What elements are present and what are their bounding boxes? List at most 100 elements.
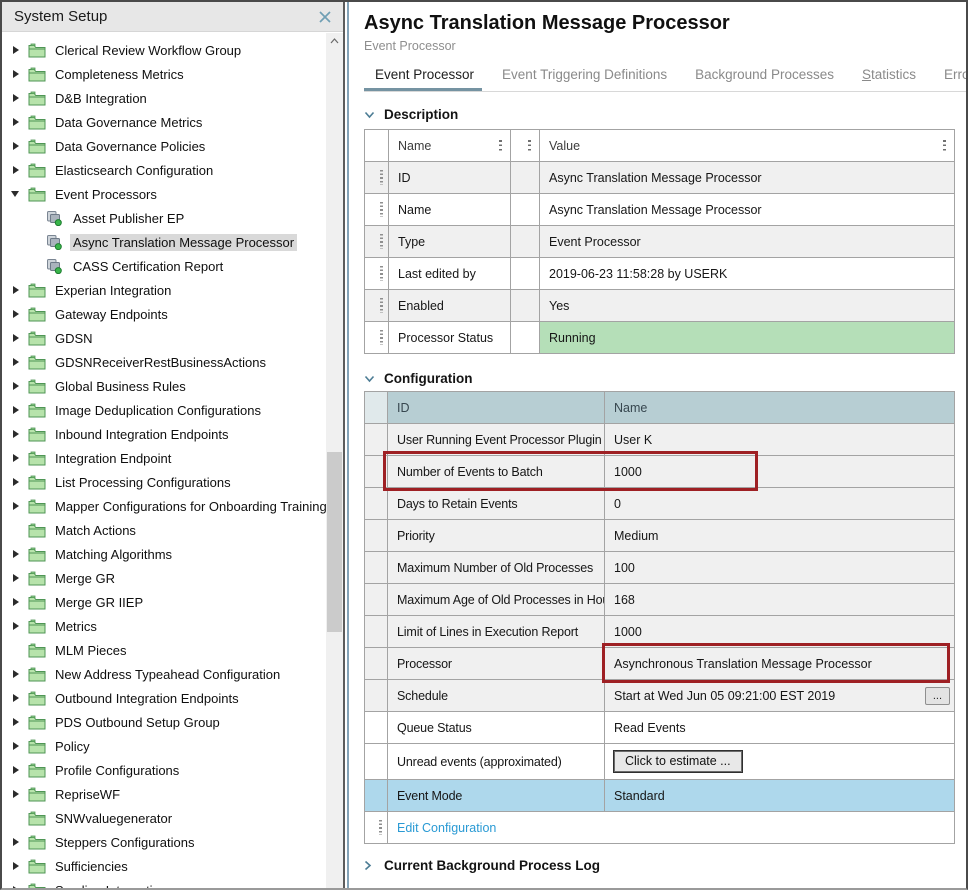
tree-item-steppers-configurations[interactable]: Steppers Configurations — [2, 830, 343, 854]
tree-item-data-governance-policies[interactable]: Data Governance Policies — [2, 134, 343, 158]
tree-item-matching-algorithms[interactable]: Matching Algorithms — [2, 542, 343, 566]
configuration-row-priority[interactable]: PriorityMedium — [365, 520, 955, 552]
tree-expand-arrow-icon[interactable] — [10, 66, 28, 82]
description-row-last-edited-by[interactable]: Last edited by2019-06-23 11:58:28 by USE… — [365, 258, 955, 290]
tree-item-clerical-review-workflow-group[interactable]: Clerical Review Workflow Group — [2, 38, 343, 62]
row-drag-handle-icon[interactable] — [365, 226, 389, 258]
tab-error-log[interactable]: Error Log — [944, 67, 966, 91]
tree-expand-arrow-icon[interactable] — [10, 738, 28, 754]
tree-expand-arrow-icon[interactable] — [10, 666, 28, 682]
tree-item-profile-configurations[interactable]: Profile Configurations — [2, 758, 343, 782]
tree-item-gdsnreceiverrestbusinessactions[interactable]: GDSNReceiverRestBusinessActions — [2, 350, 343, 374]
tree-expand-arrow-icon[interactable] — [10, 714, 28, 730]
tree-item-list-processing-configurations[interactable]: List Processing Configurations — [2, 470, 343, 494]
tree-item-d-b-integration[interactable]: D&B Integration — [2, 86, 343, 110]
tree-item-sufficiencies[interactable]: Sufficiencies — [2, 854, 343, 878]
tree-item-mlm-pieces[interactable]: MLM Pieces — [2, 638, 343, 662]
tree-item-elasticsearch-configuration[interactable]: Elasticsearch Configuration — [2, 158, 343, 182]
close-icon[interactable] — [316, 8, 334, 26]
schedule-ellipsis-button[interactable]: ... — [925, 687, 950, 705]
background-process-log-section-header[interactable]: Current Background Process Log — [364, 858, 966, 873]
tab-statistics[interactable]: Statistics — [862, 67, 916, 91]
tree-scrollbar[interactable] — [326, 33, 343, 888]
tree-item-completeness-metrics[interactable]: Completeness Metrics — [2, 62, 343, 86]
tree-item-experian-integration[interactable]: Experian Integration — [2, 278, 343, 302]
column-menu-icon[interactable] — [943, 140, 946, 152]
tree-expand-arrow-icon[interactable] — [10, 354, 28, 370]
tree-item-mapper-configurations-for-onboarding-training[interactable]: Mapper Configurations for Onboarding Tra… — [2, 494, 343, 518]
edit-configuration-link[interactable]: Edit Configuration — [397, 821, 496, 835]
tree-expand-arrow-icon[interactable] — [10, 618, 28, 634]
row-drag-handle-icon[interactable] — [365, 812, 388, 844]
tree-expand-arrow-icon[interactable] — [10, 498, 28, 514]
column-header-name[interactable]: Name — [389, 130, 511, 162]
tree-collapse-arrow-icon[interactable] — [10, 186, 28, 202]
configuration-row-unread-events-approximated-[interactable]: Unread events (approximated)Click to est… — [365, 744, 955, 780]
tab-background-processes[interactable]: Background Processes — [695, 67, 834, 91]
tree-expand-arrow-icon[interactable] — [10, 450, 28, 466]
tree-item-merge-gr[interactable]: Merge GR — [2, 566, 343, 590]
tree-item-metrics[interactable]: Metrics — [2, 614, 343, 638]
tree-item-policy[interactable]: Policy — [2, 734, 343, 758]
configuration-row-queue-status[interactable]: Queue StatusRead Events — [365, 712, 955, 744]
tree-item-merge-gr-iiep[interactable]: Merge GR IIEP — [2, 590, 343, 614]
tree-item-new-address-typeahead-configuration[interactable]: New Address Typeahead Configuration — [2, 662, 343, 686]
configuration-row-limit-of-lines-in-execution-report[interactable]: Limit of Lines in Execution Report1000 — [365, 616, 955, 648]
row-drag-handle-icon[interactable] — [365, 194, 389, 226]
tree-item-match-actions[interactable]: Match Actions — [2, 518, 343, 542]
tree-item-image-deduplication-configurations[interactable]: Image Deduplication Configurations — [2, 398, 343, 422]
tree-expand-arrow-icon[interactable] — [10, 114, 28, 130]
configuration-row-maximum-number-of-old-processes[interactable]: Maximum Number of Old Processes100 — [365, 552, 955, 584]
tree-item-cass-certification-report[interactable]: CASS Certification Report — [2, 254, 343, 278]
tree-expand-arrow-icon[interactable] — [10, 42, 28, 58]
scrollbar-thumb[interactable] — [327, 452, 342, 632]
tree-expand-arrow-icon[interactable] — [10, 426, 28, 442]
tree-item-inbound-integration-endpoints[interactable]: Inbound Integration Endpoints — [2, 422, 343, 446]
tree-expand-arrow-icon[interactable] — [10, 162, 28, 178]
configuration-row-number-of-events-to-batch[interactable]: Number of Events to Batch1000 — [365, 456, 955, 488]
row-drag-handle-icon[interactable] — [365, 162, 389, 194]
configuration-row-schedule[interactable]: ScheduleStart at Wed Jun 05 09:21:00 EST… — [365, 680, 955, 712]
tree-item-outbound-integration-endpoints[interactable]: Outbound Integration Endpoints — [2, 686, 343, 710]
column-header-spacer[interactable] — [511, 130, 540, 162]
scrollbar-up-icon[interactable] — [326, 33, 343, 49]
tree-expand-arrow-icon[interactable] — [10, 90, 28, 106]
tree-expand-arrow-icon[interactable] — [10, 594, 28, 610]
tree-item-reprisewf[interactable]: RepriseWF — [2, 782, 343, 806]
column-header-value[interactable]: Value — [540, 130, 955, 162]
tree-item-snwvaluegenerator[interactable]: SNWvaluegenerator — [2, 806, 343, 830]
configuration-row-processor[interactable]: ProcessorAsynchronous Translation Messag… — [365, 648, 955, 680]
tree-item-integration-endpoint[interactable]: Integration Endpoint — [2, 446, 343, 470]
description-section-header[interactable]: Description — [364, 107, 966, 122]
tree-item-event-processors[interactable]: Event Processors — [2, 182, 343, 206]
tree-item-gateway-endpoints[interactable]: Gateway Endpoints — [2, 302, 343, 326]
configuration-row-days-to-retain-events[interactable]: Days to Retain Events0 — [365, 488, 955, 520]
row-drag-handle-icon[interactable] — [365, 322, 389, 354]
description-row-enabled[interactable]: EnabledYes — [365, 290, 955, 322]
tree-item-data-governance-metrics[interactable]: Data Governance Metrics — [2, 110, 343, 134]
tree-expand-arrow-icon[interactable] — [10, 330, 28, 346]
description-row-processor-status[interactable]: Processor StatusRunning — [365, 322, 955, 354]
configuration-row-event-mode[interactable]: Event ModeStandard — [365, 780, 955, 812]
column-menu-icon[interactable] — [499, 140, 502, 152]
tab-event-triggering-definitions[interactable]: Event Triggering Definitions — [502, 67, 667, 91]
column-header-id[interactable]: ID — [388, 392, 605, 424]
tree-expand-arrow-icon[interactable] — [10, 306, 28, 322]
tree-expand-arrow-icon[interactable] — [10, 786, 28, 802]
tree-expand-arrow-icon[interactable] — [10, 570, 28, 586]
tree-item-pds-outbound-setup-group[interactable]: PDS Outbound Setup Group — [2, 710, 343, 734]
tree-expand-arrow-icon[interactable] — [10, 378, 28, 394]
row-drag-handle-icon[interactable] — [365, 290, 389, 322]
description-row-name[interactable]: NameAsync Translation Message Processor — [365, 194, 955, 226]
tree-expand-arrow-icon[interactable] — [10, 402, 28, 418]
description-row-type[interactable]: TypeEvent Processor — [365, 226, 955, 258]
column-menu-icon[interactable] — [528, 140, 531, 152]
tree-item-async-translation-message-processor[interactable]: Async Translation Message Processor — [2, 230, 343, 254]
tab-event-processor[interactable]: Event Processor — [375, 67, 474, 91]
configuration-row-user-running-event-processor-plugin[interactable]: User Running Event Processor PluginUser … — [365, 424, 955, 456]
configuration-section-header[interactable]: Configuration — [364, 371, 966, 386]
tree-expand-arrow-icon[interactable] — [10, 834, 28, 850]
tree-expand-arrow-icon[interactable] — [10, 546, 28, 562]
tree-expand-arrow-icon[interactable] — [10, 282, 28, 298]
configuration-row-maximum-age-of-old-processes-in-hours[interactable]: Maximum Age of Old Processes in Hours168 — [365, 584, 955, 616]
